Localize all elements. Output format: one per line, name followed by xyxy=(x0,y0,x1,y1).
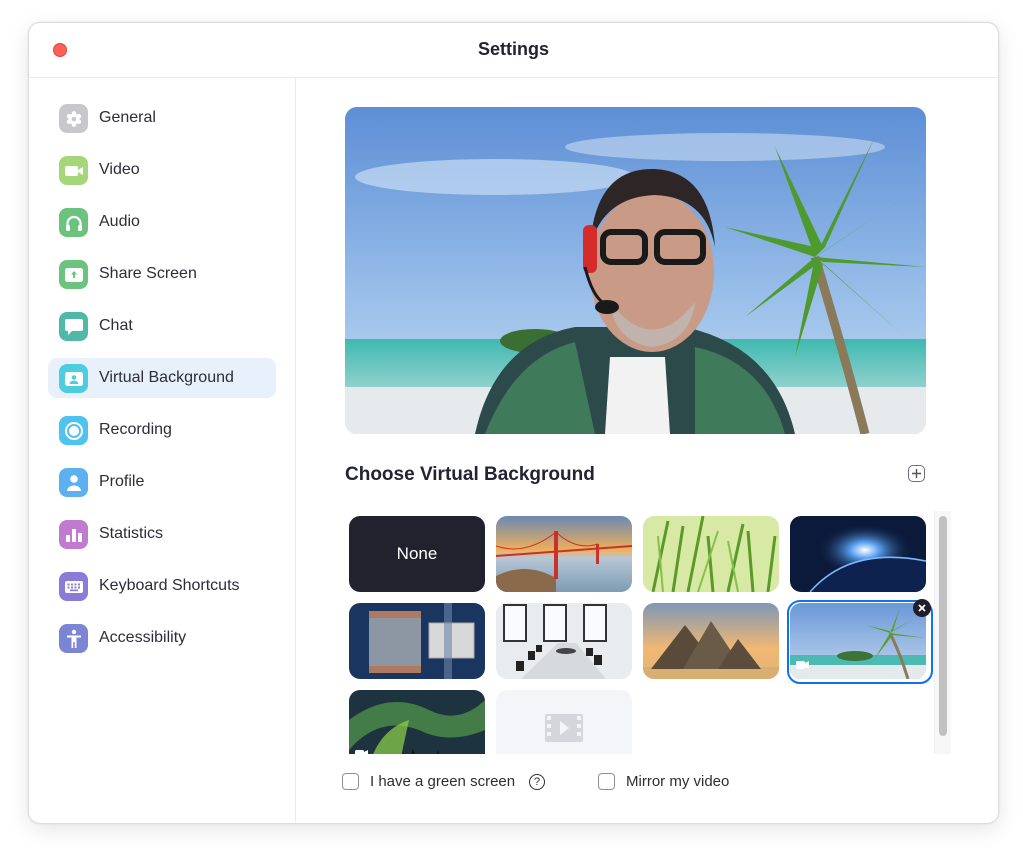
green-screen-label: I have a green screen xyxy=(370,773,516,790)
sidebar-item-general[interactable]: General xyxy=(48,98,276,138)
background-earth-space[interactable] xyxy=(790,516,926,592)
green-screen-option: I have a green screen ? xyxy=(342,773,546,790)
virtual-background-icon xyxy=(59,364,88,393)
settings-window: Settings General Video Audio Share Scree… xyxy=(28,22,999,824)
background-conference-room[interactable] xyxy=(496,603,632,679)
share-screen-icon xyxy=(59,260,88,289)
sidebar-item-label: Video xyxy=(99,161,140,178)
remove-background-button[interactable] xyxy=(913,599,931,617)
video-camera-icon xyxy=(59,156,88,185)
title-bar: Settings xyxy=(29,23,998,78)
mirror-video-option: Mirror my video xyxy=(598,773,729,790)
sidebar-item-statistics[interactable]: Statistics xyxy=(48,514,276,554)
keyboard-icon xyxy=(59,572,88,601)
background-none[interactable]: None xyxy=(349,516,485,592)
green-screen-checkbox[interactable] xyxy=(342,773,359,790)
sidebar-item-profile[interactable]: Profile xyxy=(48,462,276,502)
sidebar-item-chat[interactable]: Chat xyxy=(48,306,276,346)
background-grid-scrollbar[interactable] xyxy=(934,511,951,754)
sidebar-item-label: Keyboard Shortcuts xyxy=(99,577,240,594)
headphones-icon xyxy=(59,208,88,237)
sidebar-item-label: Share Screen xyxy=(99,265,197,282)
sidebar-item-label: Chat xyxy=(99,317,133,334)
background-none-label: None xyxy=(396,544,438,563)
film-icon xyxy=(545,714,583,742)
background-grass[interactable] xyxy=(643,516,779,592)
background-video-placeholder[interactable] xyxy=(496,690,632,754)
background-stage[interactable] xyxy=(349,603,485,679)
preview-image xyxy=(345,107,926,434)
sidebar-item-label: Audio xyxy=(99,213,140,230)
sidebar-item-recording[interactable]: Recording xyxy=(48,410,276,450)
sidebar-item-audio[interactable]: Audio xyxy=(48,202,276,242)
accessibility-icon xyxy=(59,624,88,653)
window-title: Settings xyxy=(477,39,549,59)
background-beach[interactable] xyxy=(790,603,926,679)
sidebar-item-accessibility[interactable]: Accessibility xyxy=(48,618,276,658)
chat-bubble-icon xyxy=(59,312,88,341)
sidebar-item-video[interactable]: Video xyxy=(48,150,276,190)
background-pyramids[interactable] xyxy=(643,603,779,679)
bar-chart-icon xyxy=(59,520,88,549)
record-icon xyxy=(59,416,88,445)
gear-icon xyxy=(59,104,88,133)
mirror-video-checkbox[interactable] xyxy=(598,773,615,790)
sidebar-item-label: Accessibility xyxy=(99,629,187,646)
sidebar-item-label: Statistics xyxy=(99,525,164,542)
choose-background-title: Choose Virtual Background xyxy=(345,464,595,485)
sidebar-item-label: Virtual Background xyxy=(99,369,234,386)
background-aurora[interactable] xyxy=(349,690,485,754)
sidebar-item-label: Recording xyxy=(99,421,172,438)
plus-icon xyxy=(912,469,921,478)
sidebar-item-label: General xyxy=(99,109,156,126)
close-icon xyxy=(918,604,926,612)
sidebar: General Video Audio Share Screen Chat Vi… xyxy=(29,78,296,823)
profile-icon xyxy=(59,468,88,497)
camera-preview xyxy=(345,107,926,434)
sidebar-item-virtual-background[interactable]: Virtual Background xyxy=(48,358,276,398)
sidebar-item-share-screen[interactable]: Share Screen xyxy=(48,254,276,294)
add-background-button[interactable] xyxy=(908,465,925,482)
scrollbar-thumb[interactable] xyxy=(939,516,947,736)
sidebar-item-label: Profile xyxy=(99,473,145,490)
sidebar-item-keyboard-shortcuts[interactable]: Keyboard Shortcuts xyxy=(48,566,276,606)
mirror-video-label: Mirror my video xyxy=(626,773,730,790)
background-grid: None xyxy=(345,511,935,754)
video-indicator-icon xyxy=(796,661,809,669)
background-golden-gate[interactable] xyxy=(496,516,632,592)
help-icon[interactable]: ? xyxy=(529,773,546,790)
